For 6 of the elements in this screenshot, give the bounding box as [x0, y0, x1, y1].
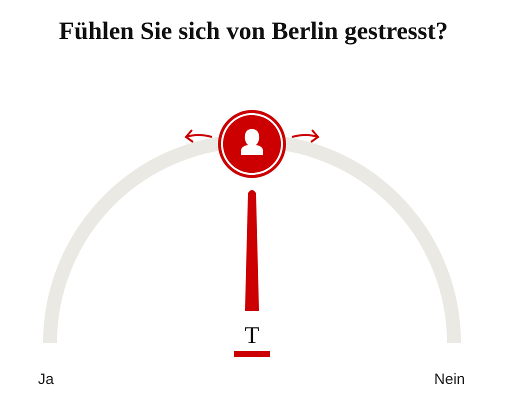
center-marker: T	[244, 323, 260, 349]
slider-handle[interactable]	[185, 110, 319, 178]
question-title: Fühlen Sie sich von Berlin gestresst?	[58, 18, 448, 46]
min-label: Ja	[38, 371, 54, 388]
max-label: Nein	[434, 371, 465, 388]
center-bar	[234, 351, 270, 357]
